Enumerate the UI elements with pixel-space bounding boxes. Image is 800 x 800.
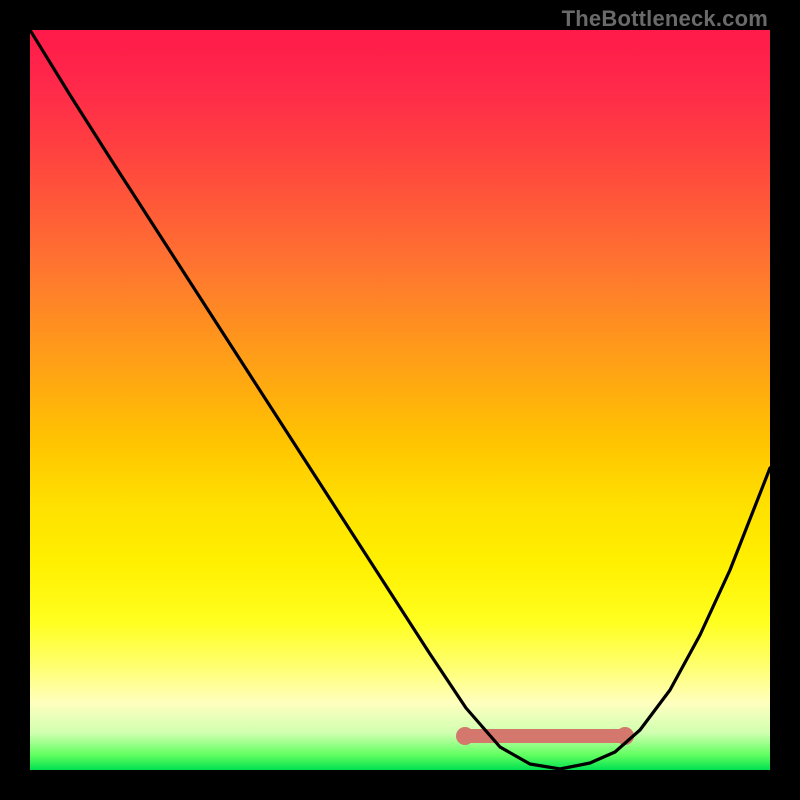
optimal-range-dot-left	[456, 727, 474, 745]
curve-layer	[30, 30, 770, 770]
chart-canvas: TheBottleneck.com	[0, 0, 800, 800]
plot-area	[30, 30, 770, 770]
optimal-range-band	[456, 727, 634, 745]
bottleneck-curve	[30, 30, 770, 769]
watermark-text: TheBottleneck.com	[562, 6, 768, 32]
